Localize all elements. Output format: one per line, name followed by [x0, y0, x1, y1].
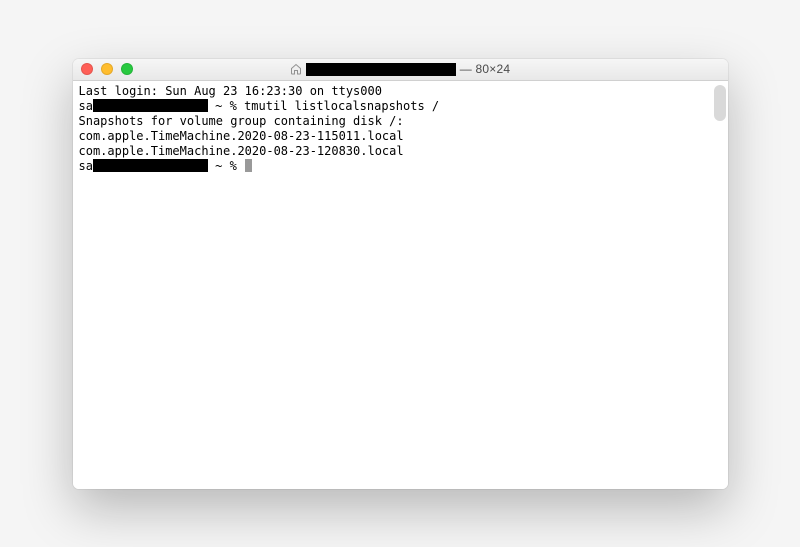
snapshot-line-1: com.apple.TimeMachine.2020-08-23-115011.…: [79, 129, 722, 144]
command-text: tmutil listlocalsnapshots /: [244, 99, 439, 113]
close-button[interactable]: [81, 63, 93, 75]
terminal-window: — 80×24 Last login: Sun Aug 23 16:23:30 …: [73, 59, 728, 489]
window-titlebar[interactable]: — 80×24: [73, 59, 728, 81]
output-header-line: Snapshots for volume group containing di…: [79, 114, 722, 129]
prompt-user-prefix-2: sa: [79, 159, 93, 173]
window-dimensions: — 80×24: [460, 62, 510, 76]
prompt-line-1: sa ~ % tmutil listlocalsnapshots /: [79, 99, 722, 114]
prompt-redacted: [93, 99, 208, 112]
traffic-lights: [73, 63, 133, 75]
prompt-user-prefix: sa: [79, 99, 93, 113]
last-login-label: Last login:: [79, 84, 166, 98]
prompt-line-2: sa ~ %: [79, 159, 722, 174]
cursor: [245, 159, 252, 172]
prompt-suffix: ~ %: [208, 99, 244, 113]
scrollbar-thumb[interactable]: [714, 85, 726, 121]
last-login-line: Last login: Sun Aug 23 16:23:30 on ttys0…: [79, 84, 722, 99]
window-title: — 80×24: [73, 62, 728, 76]
last-login-value: Sun Aug 23 16:23:30 on ttys000: [165, 84, 382, 98]
prompt-redacted-2: [93, 159, 208, 172]
prompt-suffix-2: ~ %: [208, 159, 244, 173]
title-redacted: [306, 63, 456, 76]
home-icon: [290, 63, 302, 75]
snapshot-line-2: com.apple.TimeMachine.2020-08-23-120830.…: [79, 144, 722, 159]
terminal-output[interactable]: Last login: Sun Aug 23 16:23:30 on ttys0…: [73, 81, 728, 489]
zoom-button[interactable]: [121, 63, 133, 75]
minimize-button[interactable]: [101, 63, 113, 75]
